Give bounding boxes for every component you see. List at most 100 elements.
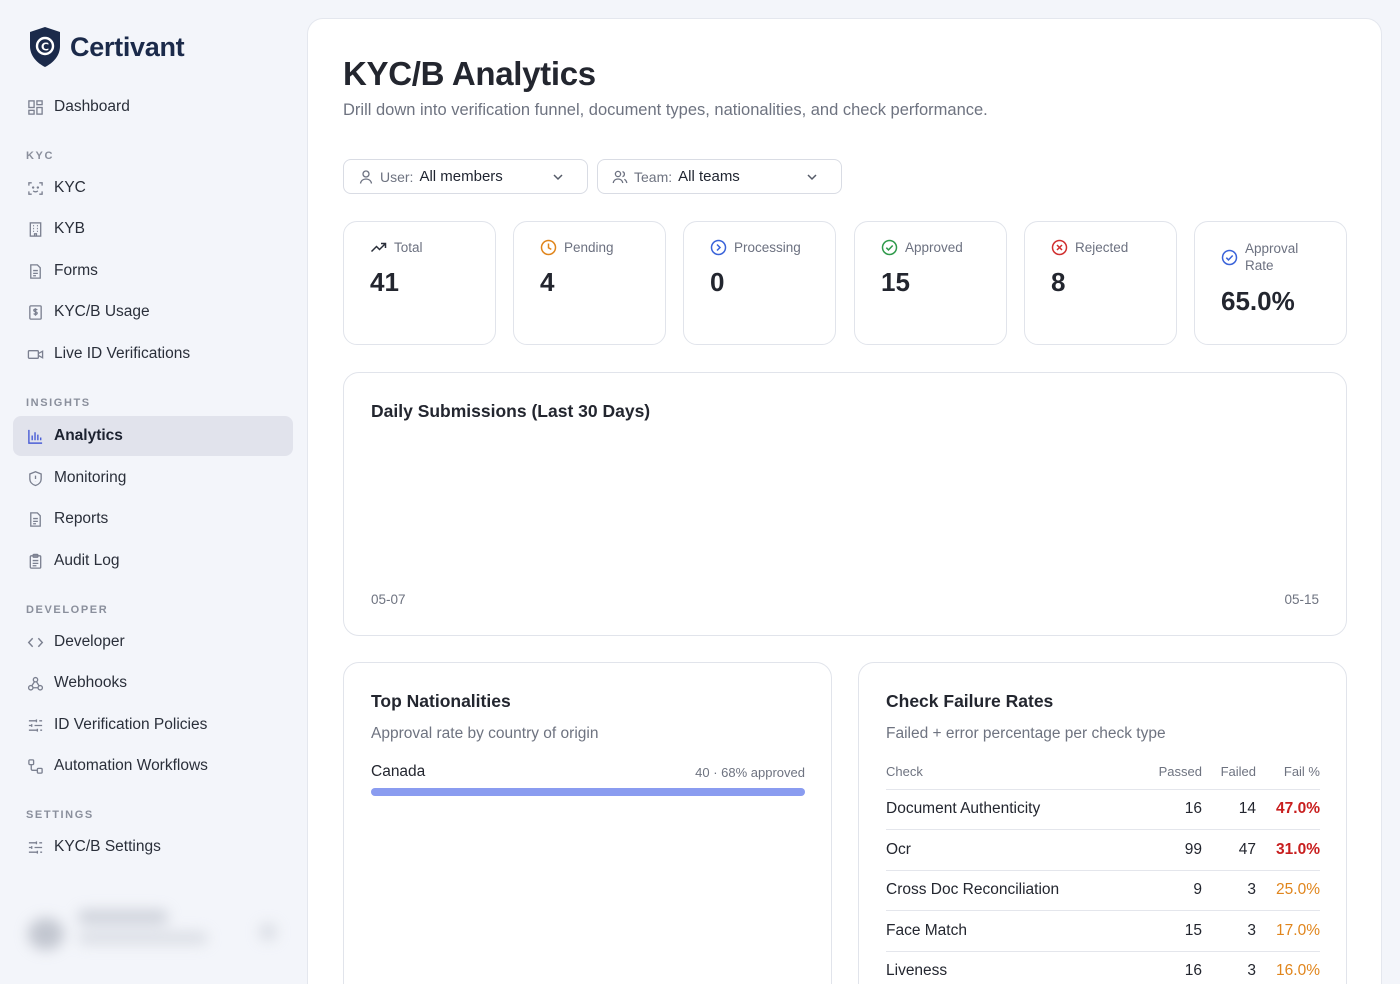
team-filter-select[interactable]: Team: All teams (597, 159, 842, 194)
processing-icon (710, 239, 727, 256)
sidebar-item-label: Automation Workflows (54, 757, 208, 774)
stat-value: 8 (1051, 267, 1066, 297)
sidebar-item-analytics[interactable]: Analytics (13, 416, 293, 456)
table-row: Liveness 16 3 16.0% (886, 951, 1320, 984)
failed-count: 3 (1202, 870, 1256, 911)
check-circle-icon (881, 239, 898, 256)
filter-value: All teams (678, 168, 740, 185)
grid-icon (26, 98, 44, 116)
fail-percent: 31.0% (1256, 829, 1320, 871)
sliders-icon (26, 716, 44, 734)
top-nationalities-card: Top Nationalities Approval rate by count… (343, 662, 832, 984)
sidebar-item-kyc[interactable]: KYC (13, 168, 293, 208)
sidebar-item-developer[interactable]: Developer (13, 622, 293, 662)
sidebar-item-kyc-usage[interactable]: KYC/B Usage (13, 292, 293, 332)
shield-logo-icon: C (30, 27, 60, 67)
nationality-meta: 40 · 68% approved (695, 765, 805, 780)
sidebar-item-label: Dashboard (54, 98, 130, 115)
bar-chart-icon (26, 427, 44, 445)
stat-card-pending: Pending 4 (513, 221, 666, 345)
stat-value: 15 (881, 267, 910, 297)
sidebar-item-kyb[interactable]: KYB (13, 209, 293, 249)
building-icon (26, 220, 44, 238)
table-header-row: Check Passed Failed Fail % (886, 755, 1320, 790)
nationality-bar-fill (371, 788, 805, 796)
check-failure-table: Check Passed Failed Fail % Document Auth… (886, 755, 1320, 984)
stat-card-rejected: Rejected 8 (1024, 221, 1177, 345)
stat-label: Approved (905, 240, 963, 255)
user-icon (358, 169, 374, 185)
stat-label: Approval Rate (1245, 241, 1299, 273)
stat-card-approved: Approved 15 (854, 221, 1007, 345)
daily-submissions-card: Daily Submissions (Last 30 Days) 05-07 0… (343, 372, 1347, 636)
sidebar-item-label: Webhooks (54, 674, 127, 691)
nationality-bar-track (371, 788, 805, 796)
sidebar-item-reports[interactable]: Reports (13, 499, 293, 539)
stat-card-approval-rate: Approval Rate 65.0% (1194, 221, 1347, 345)
brand[interactable]: C Certivant (28, 26, 185, 68)
passed-count: 99 (1142, 829, 1202, 871)
sidebar-item-label: Live ID Verifications (54, 345, 191, 362)
stat-value: 4 (540, 267, 555, 297)
table-row: Ocr 99 47 31.0% (886, 829, 1320, 871)
sidebar-item-label: Analytics (54, 427, 123, 444)
trending-up-icon (370, 242, 387, 253)
passed-count: 15 (1142, 910, 1202, 952)
sidebar-item-label: KYB (54, 220, 86, 237)
check-name: Document Authenticity (886, 789, 1142, 830)
sidebar-item-id-verification-policies[interactable]: ID Verification Policies (13, 705, 293, 745)
document-icon (26, 262, 44, 280)
card-subtitle: Failed + error percentage per check type (886, 725, 1166, 742)
failed-count: 3 (1202, 910, 1256, 952)
shield-icon (26, 469, 44, 487)
stat-label: Total (394, 240, 423, 255)
stat-label: Rejected (1075, 240, 1129, 255)
user-profile[interactable] (20, 900, 290, 960)
nav-section-title: DEVELOPER (26, 604, 109, 616)
failed-count: 47 (1202, 829, 1256, 871)
sidebar-item-automation-workflows[interactable]: Automation Workflows (13, 746, 293, 786)
sidebar-item-label: Audit Log (54, 552, 120, 569)
sidebar-item-label: ID Verification Policies (54, 716, 208, 733)
x-axis-start-label: 05-07 (371, 592, 406, 607)
nav-section-title: KYC (26, 150, 55, 162)
check-name: Ocr (886, 829, 1142, 871)
failed-count: 3 (1202, 951, 1256, 984)
chevron-icon (260, 924, 276, 940)
nav-section-title: INSIGHTS (26, 397, 91, 409)
sliders-icon (26, 838, 44, 856)
sidebar-item-forms[interactable]: Forms (13, 251, 293, 291)
sidebar-item-dashboard[interactable]: Dashboard (13, 87, 293, 127)
column-header: Passed (1142, 755, 1202, 790)
main-panel: KYC/B Analytics Drill down into verifica… (307, 18, 1382, 984)
card-title: Daily Submissions (Last 30 Days) (371, 401, 651, 421)
fail-percent: 25.0% (1256, 870, 1320, 911)
column-header: Fail % (1256, 755, 1320, 790)
svg-text:C: C (41, 41, 49, 54)
sidebar-item-label: Developer (54, 633, 125, 650)
filter-value: All members (419, 168, 503, 185)
dollar-receipt-icon (26, 303, 44, 321)
passed-count: 9 (1142, 870, 1202, 911)
check-circle-icon (1221, 249, 1238, 265)
sidebar-item-kyc-settings[interactable]: KYC/B Settings (13, 827, 293, 867)
stat-value: 0 (710, 267, 725, 297)
passed-count: 16 (1142, 951, 1202, 984)
sidebar: C Certivant Dashboard KYC KYC KYB Forms … (0, 0, 306, 984)
sidebar-item-audit-log[interactable]: Audit Log (13, 541, 293, 581)
card-title: Check Failure Rates (886, 691, 1054, 711)
user-filter-select[interactable]: User: All members (343, 159, 588, 194)
sidebar-item-webhooks[interactable]: Webhooks (13, 663, 293, 703)
x-circle-icon (1051, 239, 1068, 256)
sidebar-item-monitoring[interactable]: Monitoring (13, 458, 293, 498)
stat-card-total: Total 41 (343, 221, 496, 345)
card-subtitle: Approval rate by country of origin (371, 725, 599, 742)
stat-label: Pending (564, 240, 614, 255)
code-icon (26, 633, 44, 651)
card-title: Top Nationalities (371, 691, 511, 711)
stat-value: 41 (370, 267, 399, 297)
clock-icon (540, 239, 557, 256)
sidebar-item-live-id[interactable]: Live ID Verifications (13, 334, 293, 374)
chevron-down-icon (807, 174, 817, 181)
brand-name: Certivant (70, 31, 185, 62)
